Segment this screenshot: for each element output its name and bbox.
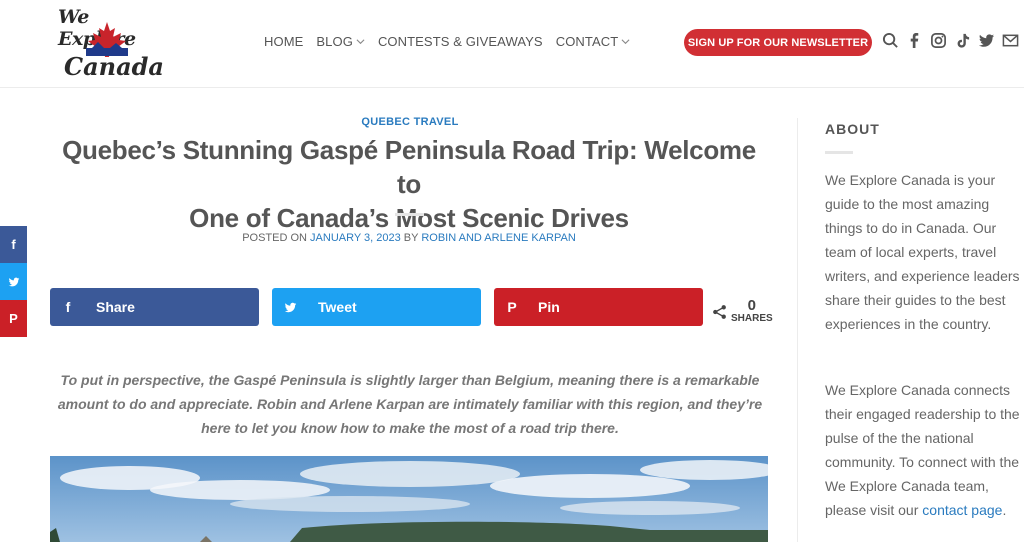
share-icon bbox=[713, 304, 726, 319]
article-category[interactable]: QUEBEC TRAVEL bbox=[0, 116, 820, 128]
chevron-down-icon bbox=[621, 39, 630, 45]
share-count: 0 SHARES bbox=[712, 298, 773, 325]
title-line-2: One of Canada’s Most Scenic Drives bbox=[189, 203, 629, 233]
nav-item-label: CONTESTS & GIVEAWAYS bbox=[377, 34, 543, 49]
newsletter-signup-button[interactable]: SIGN UP FOR OUR NEWSLETTER bbox=[684, 29, 872, 56]
sidebar-divider bbox=[797, 118, 798, 542]
hero-landscape-image bbox=[50, 456, 768, 542]
article-title: Quebec’s Stunning Gaspé Peninsula Road T… bbox=[50, 133, 768, 235]
about-p2-end: . bbox=[1002, 502, 1007, 518]
nav-item-contact[interactable]: CONTACT bbox=[556, 34, 631, 49]
about-p2-text: We Explore Canada connects their engaged… bbox=[825, 382, 1020, 518]
author-link[interactable]: ROBIN AND ARLENE KARPAN bbox=[421, 232, 575, 244]
hero-image bbox=[50, 456, 768, 542]
instagram-icon[interactable] bbox=[930, 32, 947, 49]
nav-item-home[interactable]: HOME bbox=[264, 34, 303, 49]
twitter-icon bbox=[8, 277, 19, 286]
posted-prefix: POSTED ON bbox=[242, 232, 311, 244]
title-line-1: Quebec’s Stunning Gaspé Peninsula Road T… bbox=[62, 135, 756, 199]
facebook-icon: f bbox=[11, 237, 16, 252]
title-divider bbox=[395, 213, 424, 216]
share-button-label: Share bbox=[96, 299, 135, 315]
site-header: We Explore Canada HOME BLOG CONTESTS & G… bbox=[0, 0, 1024, 88]
facebook-icon[interactable] bbox=[906, 32, 923, 49]
float-twitter-share-button[interactable] bbox=[0, 263, 27, 300]
nav-item-blog[interactable]: BLOG bbox=[316, 34, 365, 49]
nav-item-label: BLOG bbox=[316, 34, 353, 49]
share-button-label: Pin bbox=[538, 299, 560, 315]
post-date-link[interactable]: JANUARY 3, 2023 bbox=[310, 232, 401, 244]
float-pinterest-share-button[interactable]: P bbox=[0, 300, 27, 337]
chevron-down-icon bbox=[356, 39, 365, 45]
pinterest-icon: P bbox=[9, 311, 18, 326]
site-logo[interactable]: We Explore Canada bbox=[54, 2, 166, 86]
float-facebook-share-button[interactable]: f bbox=[0, 226, 27, 263]
post-meta: POSTED ON JANUARY 3, 2023 BY ROBIN AND A… bbox=[50, 232, 768, 244]
about-paragraph-2: We Explore Canada connects their engaged… bbox=[825, 378, 1021, 522]
share-count-number: 0 bbox=[747, 297, 757, 314]
main-nav: HOME BLOG CONTESTS & GIVEAWAYS CONTACT bbox=[264, 34, 643, 49]
pinterest-icon: P bbox=[507, 299, 517, 315]
posted-by: BY bbox=[400, 232, 422, 244]
twitter-icon bbox=[272, 301, 308, 314]
email-icon[interactable] bbox=[1002, 32, 1019, 49]
sidebar-about-title: ABOUT bbox=[825, 121, 880, 137]
tiktok-icon[interactable] bbox=[954, 32, 971, 49]
search-icon[interactable] bbox=[882, 32, 899, 49]
floating-share-bar: f P bbox=[0, 226, 27, 337]
contact-page-link[interactable]: contact page bbox=[922, 502, 1002, 518]
facebook-icon: f bbox=[65, 299, 71, 315]
about-divider bbox=[825, 151, 853, 154]
share-count-label: SHARES bbox=[731, 313, 773, 324]
share-button-label: Tweet bbox=[318, 299, 357, 315]
nav-item-contests[interactable]: CONTESTS & GIVEAWAYS bbox=[378, 34, 543, 49]
pinterest-share-button[interactable]: P Pin bbox=[494, 288, 703, 326]
article-intro: To put in perspective, the Gaspé Peninsu… bbox=[57, 372, 763, 436]
header-icons bbox=[882, 32, 1024, 49]
twitter-share-button[interactable]: Tweet bbox=[272, 288, 481, 326]
nav-item-label: CONTACT bbox=[555, 34, 619, 49]
logo-bottom-text: Canada bbox=[64, 52, 164, 81]
nav-item-label: HOME bbox=[264, 34, 304, 49]
twitter-icon[interactable] bbox=[978, 32, 995, 49]
about-paragraph-1: We Explore Canada is your guide to the m… bbox=[825, 172, 1020, 332]
facebook-share-button[interactable]: f Share bbox=[50, 288, 259, 326]
